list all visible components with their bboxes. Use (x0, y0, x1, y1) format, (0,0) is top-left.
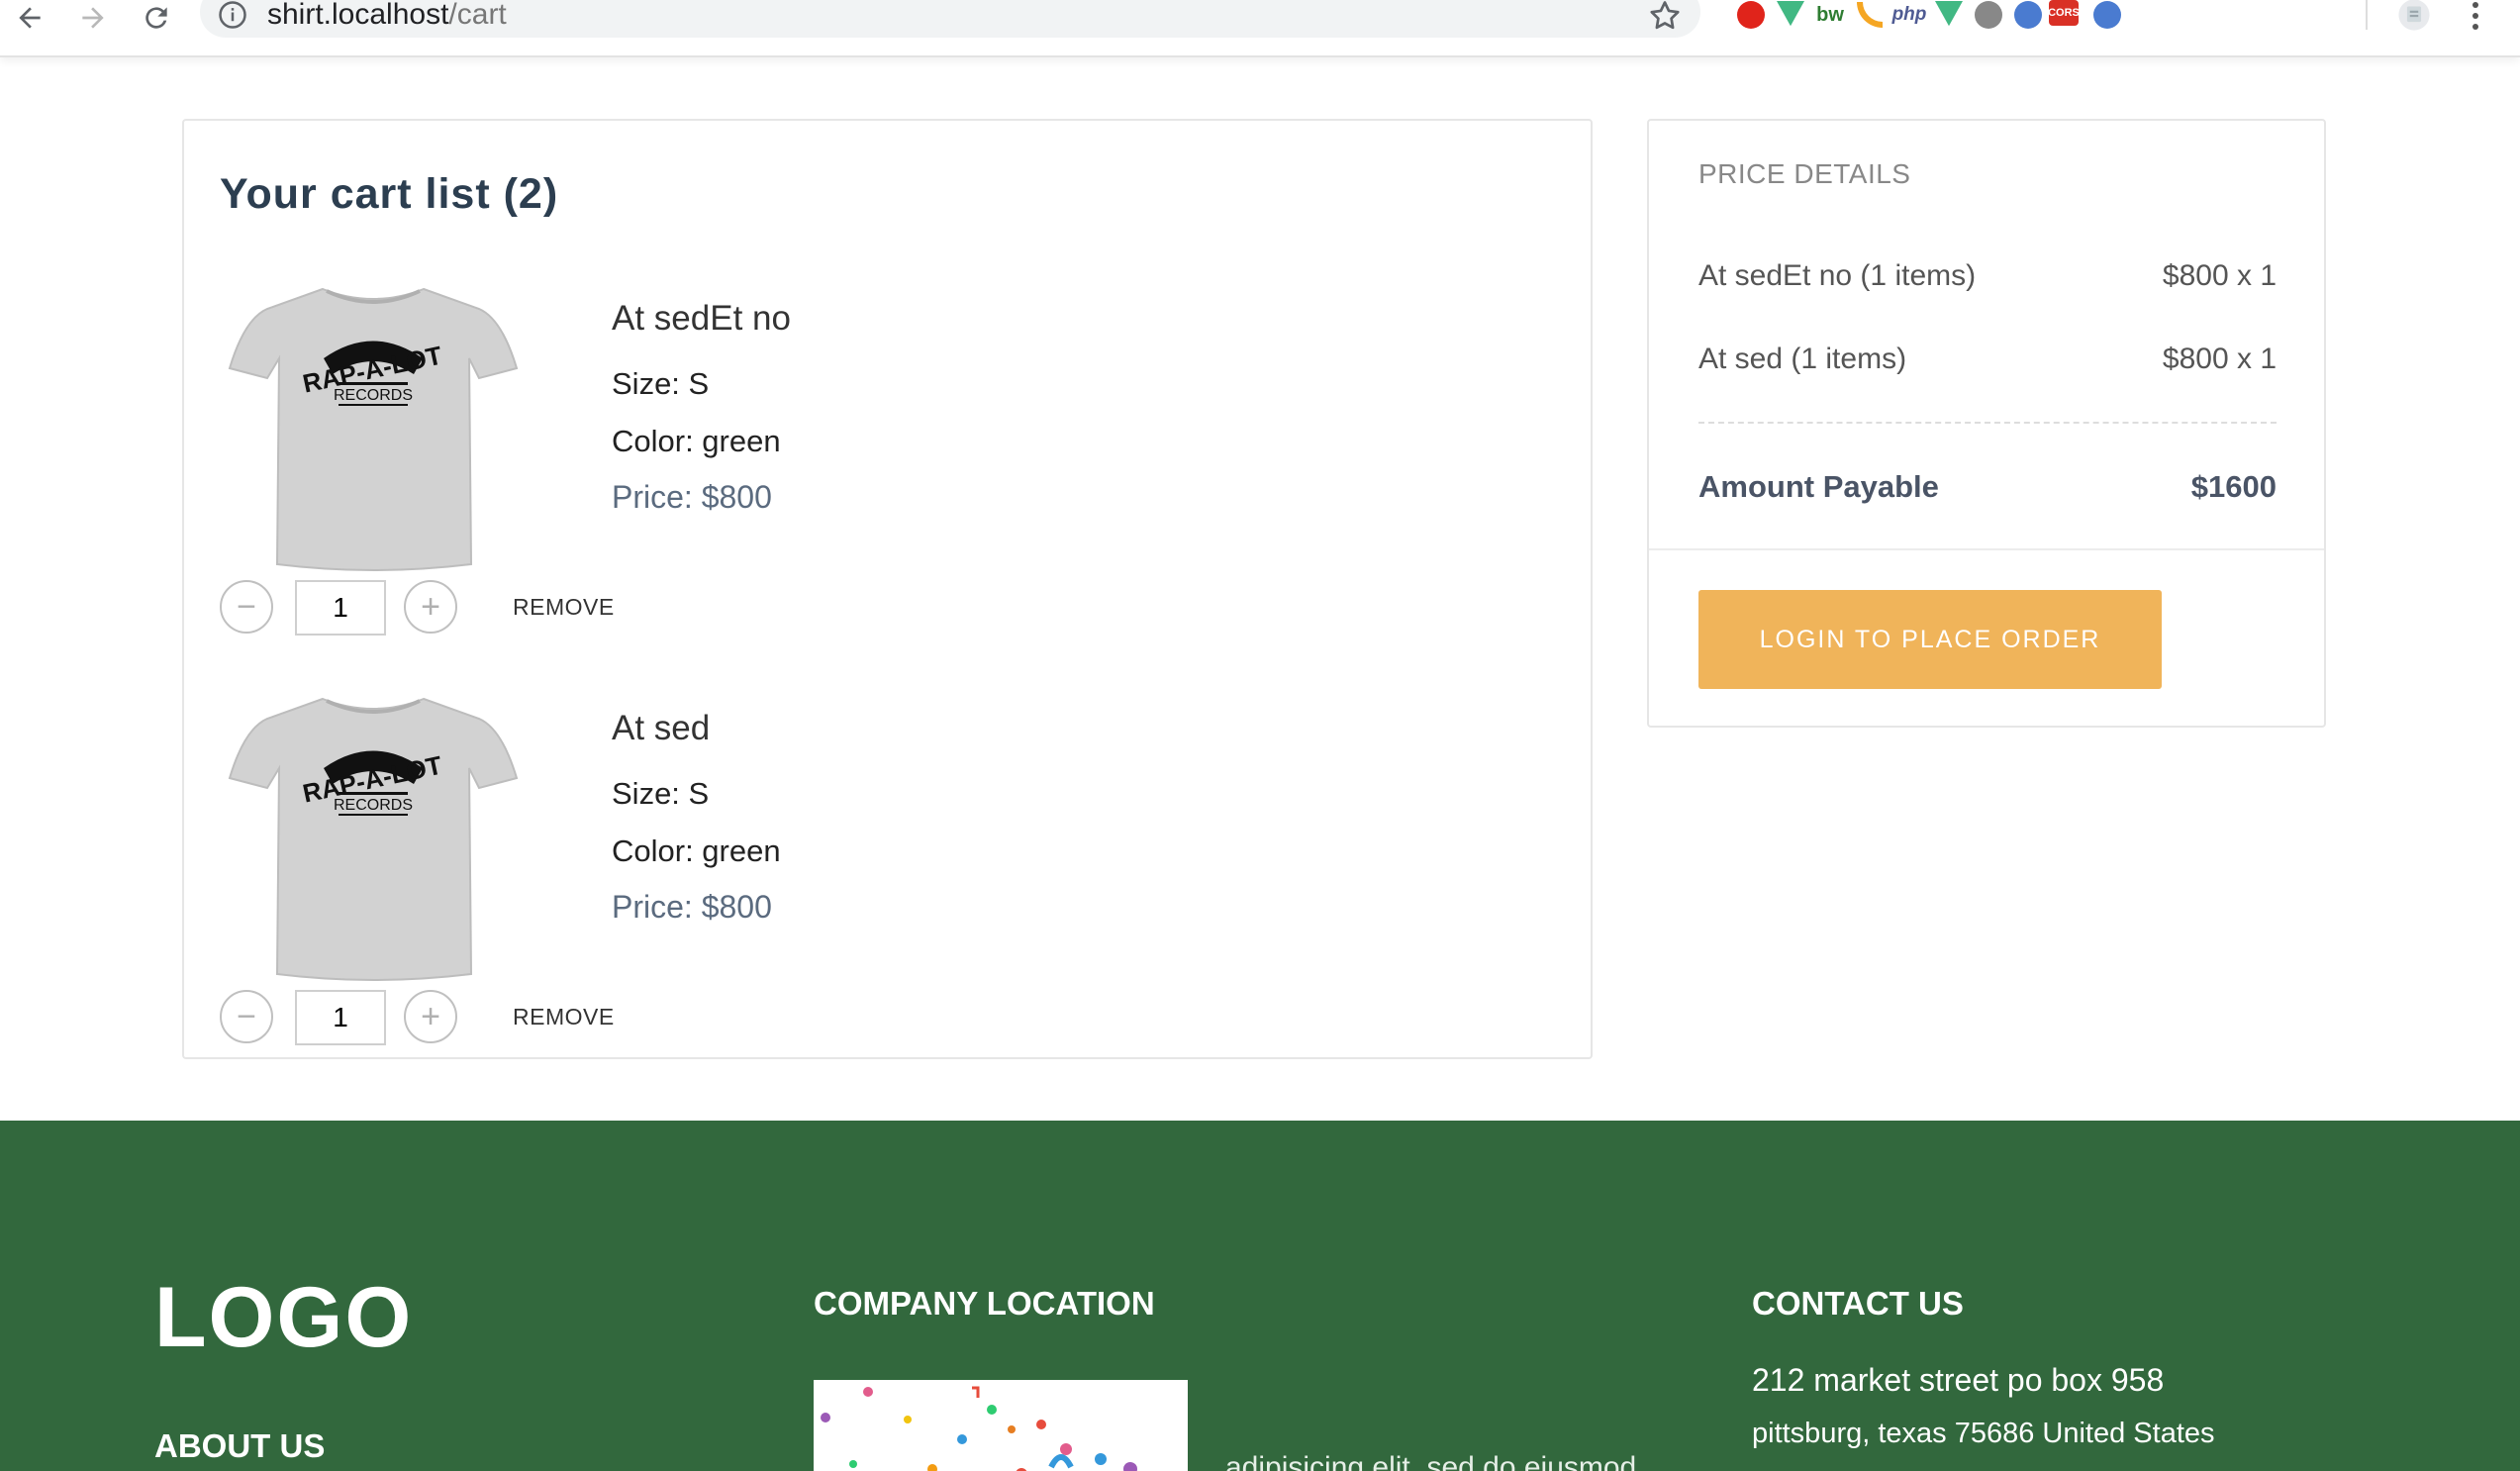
remove-item-button[interactable]: REMOVE (513, 1004, 615, 1030)
php-icon[interactable]: php (1890, 0, 1928, 30)
product-image: RAP-A-LOT RECORDS (228, 287, 519, 571)
price-details-card: PRICE DETAILS At sedEt no (1 items) $800… (1647, 119, 2326, 728)
login-to-place-order-button[interactable]: LOGIN TO PLACE ORDER (1698, 590, 2162, 689)
url-host: shirt.localhost (267, 0, 449, 31)
amount-payable-label: Amount Payable (1698, 469, 1939, 504)
price-row-amount: $800 x 1 (2162, 343, 2277, 375)
sync-icon[interactable] (2009, 0, 2047, 30)
footer-logo[interactable]: LOGO (154, 1269, 413, 1367)
divider (1649, 548, 2324, 550)
increase-quantity-button[interactable]: + (404, 990, 457, 1043)
price-row-amount: $800 x 1 (2162, 259, 2277, 292)
shirt-logo-subtext: RECORDS (334, 797, 413, 814)
item-color: Color: green (612, 834, 781, 868)
remove-item-button[interactable]: REMOVE (513, 594, 615, 621)
cart-title: Your cart list (2) (220, 170, 559, 218)
bookmark-star-icon[interactable] (1647, 0, 1683, 34)
url-path: /cart (448, 0, 507, 31)
url-text: shirt.localhost/cart (267, 0, 507, 30)
footer-about-heading: ABOUT US (154, 1427, 326, 1464)
bw-icon[interactable]: bw (1811, 0, 1849, 30)
forward-arrow-icon (82, 7, 104, 29)
contact-us-heading: CONTACT US (1752, 1285, 1964, 1322)
toolbar-separator (2366, 0, 2368, 30)
vue-devtools-icon[interactable] (1772, 0, 1809, 30)
cart-item: RAP-A-LOT RECORDS At sed Size: S Color: … (220, 689, 1546, 1085)
profile-avatar-icon[interactable] (2395, 0, 2433, 31)
increase-quantity-button[interactable]: + (404, 580, 457, 634)
dashed-divider (1698, 422, 2277, 424)
plus-icon: + (421, 588, 440, 626)
price-row: At sedEt no (1 items) $800 x 1 (1698, 259, 2277, 293)
globe-icon[interactable] (1970, 0, 2007, 30)
footer: LOGO ABOUT US COMPANY LOCATION adipisici… (0, 1121, 2520, 1471)
adblock-icon[interactable] (1732, 0, 1770, 30)
address-line-2: pittsburg, texas 75686 United States (1752, 1418, 2215, 1449)
item-price: Price: $800 (612, 889, 772, 925)
item-size: Size: S (612, 366, 710, 401)
price-row-label: At sed (1 items) (1698, 343, 1907, 375)
browser-toolbar: shirt.localhost/cart bw php CORS (0, 0, 2520, 57)
quantity-input[interactable] (295, 990, 386, 1045)
plus-icon: + (421, 998, 440, 1035)
cart-card: Your cart list (2) RAP-A-LOT RECORDS At … (182, 119, 1593, 1059)
address-bar[interactable]: shirt.localhost/cart (200, 0, 1700, 38)
item-size: Size: S (612, 776, 710, 811)
minus-icon: − (237, 998, 256, 1035)
company-location-heading: COMPANY LOCATION (814, 1285, 1155, 1322)
item-name: At sed (612, 709, 711, 747)
decrease-quantity-button[interactable]: − (220, 990, 273, 1043)
price-row-label: At sedEt no (1 items) (1698, 259, 1977, 292)
link-icon[interactable] (2088, 0, 2126, 30)
rss-icon[interactable] (1851, 0, 1889, 30)
shirt-logo-subtext: RECORDS (334, 387, 413, 404)
product-image: RAP-A-LOT RECORDS (228, 697, 519, 981)
vue-icon[interactable] (1930, 0, 1968, 30)
address-line-1: 212 market street po box 958 (1752, 1362, 2165, 1398)
item-color: Color: green (612, 424, 781, 458)
decrease-quantity-button[interactable]: − (220, 580, 273, 634)
cors-icon[interactable]: CORS (2048, 0, 2080, 26)
amount-payable-row: Amount Payable $1600 (1698, 469, 2277, 505)
location-map-image (814, 1380, 1188, 1471)
cart-item: RAP-A-LOT RECORDS At sedEt no Size: S Co… (220, 279, 1546, 675)
item-name: At sedEt no (612, 299, 791, 338)
back-arrow-icon (19, 7, 41, 29)
info-icon[interactable] (218, 0, 247, 30)
amount-payable-value: $1600 (2190, 469, 2277, 504)
price-details-title: PRICE DETAILS (1698, 158, 1911, 189)
forward-button[interactable] (69, 0, 117, 36)
quantity-input[interactable] (295, 580, 386, 636)
price-row: At sed (1 items) $800 x 1 (1698, 343, 2277, 376)
browser-menu-icon[interactable] (2461, 0, 2490, 34)
reload-button[interactable] (133, 0, 180, 36)
reload-icon (145, 7, 167, 29)
company-location-text: adipisicing elit, sed do eiusmod (1225, 1451, 1637, 1471)
item-price: Price: $800 (612, 479, 772, 515)
back-button[interactable] (6, 0, 53, 36)
minus-icon: − (237, 588, 256, 626)
